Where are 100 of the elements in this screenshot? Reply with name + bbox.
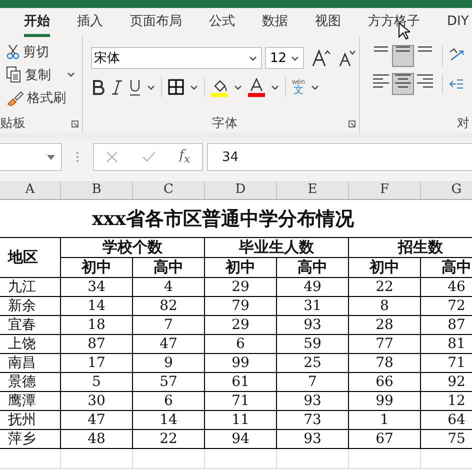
caret-icon[interactable] — [291, 56, 299, 60]
clipboard-copy-button[interactable]: 复制 — [6, 63, 82, 86]
font-color-icon[interactable] — [248, 78, 265, 96]
table-cell — [61, 449, 133, 469]
underline-icon[interactable] — [129, 78, 141, 96]
italic-icon[interactable] — [111, 79, 123, 95]
table-cell: 46 — [421, 278, 472, 297]
dropdown-icon — [47, 154, 55, 160]
align-right-icon — [417, 74, 433, 88]
table-cell: 81 — [421, 335, 472, 354]
caret-icon[interactable] — [249, 56, 257, 60]
table-cell: 48 — [61, 430, 133, 449]
table-cell: 25 — [277, 354, 349, 373]
table-cell: 22 — [349, 278, 421, 297]
column-header[interactable]: F — [349, 181, 421, 199]
table-cell: 82 — [133, 297, 205, 316]
scissors-icon — [6, 44, 20, 60]
column-header[interactable]: C — [133, 181, 205, 199]
table-header: 地区 — [0, 238, 61, 278]
shrink-font-icon[interactable] — [338, 49, 356, 67]
table-cell: 67 — [349, 430, 421, 449]
table-cell: 47 — [61, 411, 133, 430]
table-cell — [133, 449, 205, 469]
column-header[interactable]: B — [61, 181, 133, 199]
group-label: 贴板 — [0, 115, 26, 131]
table-cell: 鹰潭 — [0, 392, 61, 411]
caret-icon[interactable] — [190, 84, 198, 90]
fill-color-icon[interactable] — [211, 78, 228, 96]
ribbon-tab[interactable]: 开始 — [24, 7, 50, 37]
table-cell: 78 — [349, 354, 421, 373]
drag-handle-icon[interactable] — [76, 151, 79, 163]
clipboard-cut-button[interactable]: 剪切 — [6, 40, 82, 63]
table-cell: 18 — [61, 316, 133, 335]
table-cell: 66 — [349, 373, 421, 392]
table-cell: 1 — [349, 411, 421, 430]
table-header: 高中 — [421, 258, 472, 278]
table-cell: 99 — [205, 354, 277, 373]
sheet-title: xxx省各市区普通中学分布情况 — [0, 200, 472, 238]
ribbon-tab[interactable]: 视图 — [315, 7, 341, 37]
table-cell: 34 — [61, 278, 133, 297]
table-cell: 73 — [277, 411, 349, 430]
align-center-button[interactable] — [392, 73, 414, 95]
ribbon-tab[interactable]: 公式 — [209, 7, 235, 37]
table-cell: 新余 — [0, 297, 61, 316]
table-cell: 87 — [61, 335, 133, 354]
table-cell: 6 — [133, 392, 205, 411]
table-cell: 7 — [277, 373, 349, 392]
grow-font-icon[interactable] — [311, 48, 331, 68]
table-cell: 99 — [349, 392, 421, 411]
caret-icon[interactable] — [271, 84, 279, 90]
table-header: 高中 — [133, 258, 205, 278]
table-cell: 11 — [205, 411, 277, 430]
dialog-launcher-icon[interactable] — [348, 120, 356, 128]
align-bottom-icon — [417, 46, 433, 52]
table-cell: 79 — [205, 297, 277, 316]
caret-icon[interactable] — [147, 84, 155, 90]
group-label: 字体 — [212, 115, 238, 131]
caret-icon[interactable] — [310, 84, 319, 90]
align-middle-button[interactable] — [392, 45, 414, 67]
formula-input[interactable]: 34 — [207, 143, 472, 171]
table-cell: 77 — [349, 335, 421, 354]
font-size-field[interactable]: 12 — [265, 47, 304, 69]
table-header: 招生数 — [349, 238, 472, 258]
table-cell: 8 — [349, 297, 421, 316]
ribbon-tab[interactable]: 数据 — [262, 7, 288, 37]
column-header[interactable]: G — [421, 181, 472, 199]
table-cell: 5 — [61, 373, 133, 392]
insert-function-button[interactable]: f$_{x}$ — [179, 148, 190, 166]
table-cell: 57 — [133, 373, 205, 392]
table-cell: 61 — [205, 373, 277, 392]
table-cell: 29 — [205, 316, 277, 335]
table-header: 学校个数 — [61, 238, 205, 258]
table-cell: 71 — [205, 392, 277, 411]
table-cell: 93 — [277, 430, 349, 449]
table-cell: 31 — [277, 297, 349, 316]
ribbon-tab[interactable]: DIY — [447, 8, 469, 36]
ribbon-tab[interactable]: 页面布局 — [130, 7, 182, 37]
table-cell: 30 — [61, 392, 133, 411]
copy-icon — [6, 66, 22, 83]
font-name-field[interactable]: 宋体 — [91, 47, 262, 69]
caret-icon[interactable] — [234, 84, 242, 90]
borders-icon[interactable] — [168, 79, 184, 95]
column-header[interactable]: A — [0, 181, 61, 199]
table-cell: 9 — [133, 354, 205, 373]
align-middle-icon — [395, 46, 411, 52]
table-cell: 14 — [133, 411, 205, 430]
bold-icon[interactable] — [91, 79, 105, 95]
table-cell: 4 — [133, 278, 205, 297]
column-header[interactable]: D — [205, 181, 277, 199]
table-header: 高中 — [277, 258, 349, 278]
group-label: 对 — [457, 115, 470, 131]
table-cell — [277, 449, 349, 469]
dialog-launcher-icon[interactable] — [71, 120, 79, 128]
table-cell: 93 — [277, 316, 349, 335]
column-header[interactable]: E — [277, 181, 349, 199]
ribbon-tab[interactable]: 插入 — [77, 7, 103, 37]
clipboard-format-painter-button[interactable]: 格式刷 — [6, 86, 82, 109]
table-cell: 28 — [349, 316, 421, 335]
align-top-icon — [373, 46, 389, 52]
table-cell: 17 — [61, 354, 133, 373]
